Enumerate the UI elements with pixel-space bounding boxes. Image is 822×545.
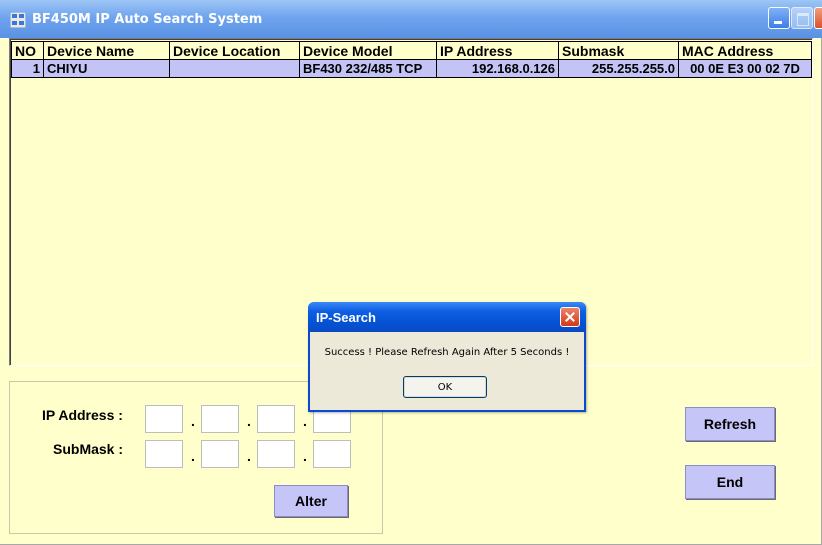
ip-separator: . <box>247 413 251 429</box>
cell-ip-address: 192.168.0.126 <box>436 59 559 78</box>
cell-device-model: BF430 232/485 TCP <box>299 59 437 78</box>
maximize-icon[interactable] <box>791 7 813 29</box>
cell-submask: 255.255.255.0 <box>558 59 679 78</box>
ip-address-label: IP Address : <box>42 407 123 423</box>
title-bar[interactable]: BF450M IP Auto Search System <box>0 0 822 38</box>
submask-separator: . <box>247 448 251 464</box>
submask-octet-2-input[interactable] <box>201 440 239 468</box>
ip-search-dialog: IP-Search Success ! Please Refresh Again… <box>308 302 586 412</box>
ok-button[interactable]: OK <box>403 376 487 398</box>
ip-octet-1-input[interactable] <box>145 405 183 433</box>
end-button[interactable]: End <box>685 465 775 499</box>
alter-button[interactable]: Alter <box>274 485 348 517</box>
submask-octet-4-input[interactable] <box>313 440 351 468</box>
column-header-device-name[interactable]: Device Name <box>43 41 170 60</box>
ip-octet-2-input[interactable] <box>201 405 239 433</box>
submask-label: SubMask : <box>53 441 124 457</box>
submask-separator: . <box>303 448 307 464</box>
column-header-ip-address[interactable]: IP Address <box>436 41 559 60</box>
close-icon[interactable] <box>814 7 822 29</box>
device-table: NO Device Name Device Location Device Mo… <box>11 41 812 78</box>
dialog-close-icon[interactable] <box>560 307 580 327</box>
cell-no: 1 <box>11 59 44 78</box>
column-header-no[interactable]: NO <box>11 41 44 60</box>
window-title: BF450M IP Auto Search System <box>32 12 263 27</box>
dialog-title-bar[interactable]: IP-Search <box>308 302 586 332</box>
submask-octet-3-input[interactable] <box>257 440 295 468</box>
app-network-icon <box>10 12 26 28</box>
cell-mac-address: 00 0E E3 00 02 7D <box>678 59 812 78</box>
ip-separator: . <box>303 413 307 429</box>
ip-octet-3-input[interactable] <box>257 405 295 433</box>
submask-separator: . <box>191 448 195 464</box>
submask-octet-1-input[interactable] <box>145 440 183 468</box>
cell-device-name: CHIYU <box>43 59 170 78</box>
dialog-title: IP-Search <box>316 310 376 325</box>
column-header-device-model[interactable]: Device Model <box>299 41 437 60</box>
table-header-row: NO Device Name Device Location Device Mo… <box>11 41 812 60</box>
ip-separator: . <box>191 413 195 429</box>
table-row[interactable]: 1 CHIYU BF430 232/485 TCP 192.168.0.126 … <box>11 59 812 78</box>
column-header-device-location[interactable]: Device Location <box>169 41 300 60</box>
minimize-icon[interactable] <box>768 7 790 29</box>
refresh-button[interactable]: Refresh <box>685 407 775 441</box>
column-header-submask[interactable]: Submask <box>558 41 679 60</box>
cell-device-location <box>169 59 300 78</box>
column-header-mac-address[interactable]: MAC Address <box>678 41 812 60</box>
dialog-message: Success ! Please Refresh Again After 5 S… <box>324 347 570 358</box>
main-window: BF450M IP Auto Search System NO Device N… <box>0 0 822 545</box>
